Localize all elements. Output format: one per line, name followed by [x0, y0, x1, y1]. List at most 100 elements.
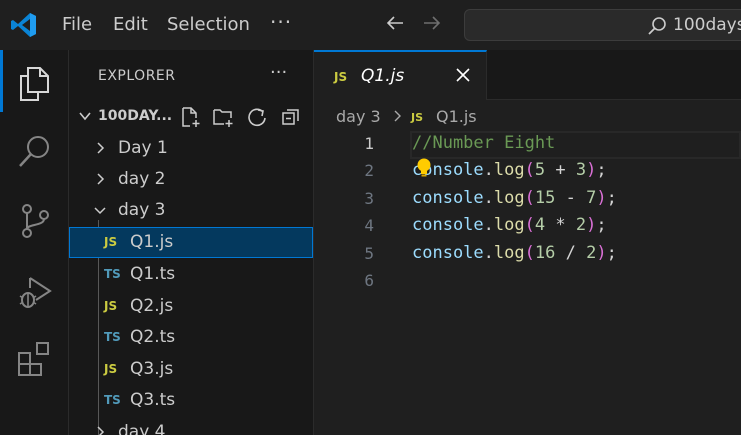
- code-token: ;: [596, 160, 607, 181]
- menu-file[interactable]: File: [62, 14, 92, 35]
- new-file-icon[interactable]: [179, 106, 201, 128]
- code-token: 3: [575, 160, 587, 181]
- ts-file-icon: TS: [104, 330, 121, 344]
- code-token: 5: [534, 160, 546, 181]
- code-line: console.log(4 * 2);: [412, 215, 607, 235]
- code-token: 2: [586, 242, 597, 263]
- file-row-q2-ts[interactable]: TS Q2.ts: [69, 322, 313, 353]
- breadcrumb-folder[interactable]: day 3: [336, 107, 381, 126]
- code-token: ;: [596, 215, 607, 236]
- folder-row-day-4[interactable]: day 4: [69, 417, 313, 435]
- breadcrumb-file[interactable]: Q1.js: [436, 107, 477, 126]
- tab-label: Q1.js: [361, 66, 405, 86]
- activity-bar: [0, 50, 69, 435]
- code-token: ;: [606, 242, 617, 263]
- code-token: ): [596, 242, 607, 263]
- code-line: console.log(16 / 2);: [412, 243, 617, 263]
- code-token: (: [524, 160, 535, 181]
- tab-q1-js[interactable]: JS Q1.js: [314, 50, 487, 100]
- tree-item-label: Q2.ts: [130, 327, 176, 347]
- line-number: 2: [364, 161, 374, 181]
- run-debug-icon[interactable]: [16, 272, 54, 310]
- ts-file-icon: TS: [104, 393, 121, 407]
- code-token: ): [596, 187, 607, 208]
- code-token: log: [493, 187, 525, 208]
- code-token: ;: [606, 187, 617, 208]
- line-number: 4: [364, 216, 374, 236]
- code-token: .: [483, 215, 494, 236]
- refresh-icon[interactable]: [246, 106, 268, 128]
- active-view-indicator: [0, 50, 3, 112]
- tree-item-label: day 4: [118, 422, 166, 435]
- js-file-icon: JS: [104, 362, 118, 376]
- explorer-more-icon[interactable]: ···: [270, 62, 287, 83]
- chevron-right-icon: [97, 173, 105, 185]
- file-row-q3-ts[interactable]: TS Q3.ts: [69, 385, 313, 416]
- workspace-folder-name: 100DAY...: [98, 108, 173, 124]
- command-center-text: 100daysc: [673, 15, 741, 35]
- file-row-q2-js[interactable]: JS Q2.js: [69, 291, 313, 322]
- tree-item-label: day 2: [118, 169, 166, 189]
- code-token: 7: [586, 187, 597, 208]
- code-token: -: [555, 187, 587, 208]
- code-token: ): [586, 215, 597, 236]
- menu-edit[interactable]: Edit: [113, 14, 148, 35]
- tree-item-label: Q3.ts: [130, 390, 176, 410]
- forward-arrow-icon[interactable]: [422, 13, 442, 33]
- code-token: console: [412, 187, 484, 208]
- workspace-folder-header[interactable]: 100DAY...: [69, 102, 313, 132]
- close-icon[interactable]: [454, 66, 472, 84]
- code-token: 2: [575, 215, 587, 236]
- code-token: console: [412, 215, 484, 236]
- chevron-right-icon: [97, 426, 105, 435]
- js-file-icon: JS: [411, 111, 424, 124]
- back-arrow-icon[interactable]: [385, 13, 405, 33]
- folder-row-day-1[interactable]: Day 1: [69, 133, 313, 164]
- code-token: +: [545, 160, 576, 181]
- new-folder-icon[interactable]: [212, 106, 234, 128]
- explorer-title: EXPLORER: [98, 68, 176, 84]
- search-view-icon[interactable]: [16, 132, 54, 170]
- code-token: /: [555, 242, 587, 263]
- explorer-sidebar: EXPLORER ··· 100DAY... Day 1 day 2 day 3…: [69, 50, 314, 435]
- js-file-icon: JS: [334, 70, 348, 84]
- folder-row-day-3[interactable]: day 3: [69, 195, 313, 226]
- lightbulb-icon[interactable]: [416, 158, 432, 178]
- code-line: console.log(15 - 7);: [412, 188, 617, 208]
- code-token: console: [412, 242, 484, 263]
- code-token: 16: [534, 242, 556, 263]
- command-center-search[interactable]: 100daysc: [464, 9, 741, 41]
- menu-selection[interactable]: Selection: [167, 14, 250, 35]
- chevron-down-icon: [94, 207, 106, 215]
- code-token: log: [493, 242, 525, 263]
- code-token: *: [545, 215, 576, 236]
- file-row-q1-ts[interactable]: TS Q1.ts: [69, 259, 313, 290]
- folder-row-day-2[interactable]: day 2: [69, 164, 313, 195]
- code-token: .: [483, 242, 494, 263]
- search-icon: [648, 17, 666, 35]
- code-token: 4: [534, 215, 546, 236]
- breadcrumb: day 3 JS Q1.js: [314, 100, 741, 134]
- tree-item-label: Day 1: [118, 138, 168, 158]
- collapse-all-icon[interactable]: [280, 106, 302, 128]
- code-line: console.log(5 + 3);: [412, 160, 607, 180]
- file-row-q3-js[interactable]: JS Q3.js: [69, 354, 313, 385]
- code-editor[interactable]: 123456 //Number Eight console.log(5 + 3);…: [314, 131, 741, 435]
- line-number: 3: [364, 188, 374, 208]
- code-token: .: [483, 160, 494, 181]
- tree-item-label: Q3.js: [130, 359, 174, 379]
- tree-item-label: Q1.ts: [130, 264, 176, 284]
- extensions-icon[interactable]: [16, 340, 54, 378]
- code-token: log: [493, 160, 525, 181]
- chevron-right-icon: [97, 142, 105, 154]
- tree-item-label: Q1.js: [130, 232, 174, 252]
- line-number: 5: [364, 243, 374, 263]
- chevron-down-icon: [79, 112, 91, 121]
- vscode-logo-icon[interactable]: [10, 11, 38, 39]
- file-row-q1-js[interactable]: JS Q1.js: [69, 227, 313, 258]
- code-token: //Number Eight: [412, 133, 556, 153]
- menu-more-icon[interactable]: ···: [270, 10, 292, 34]
- explorer-files-icon[interactable]: [16, 64, 54, 102]
- source-control-icon[interactable]: [16, 202, 54, 240]
- line-number: 6: [364, 271, 374, 290]
